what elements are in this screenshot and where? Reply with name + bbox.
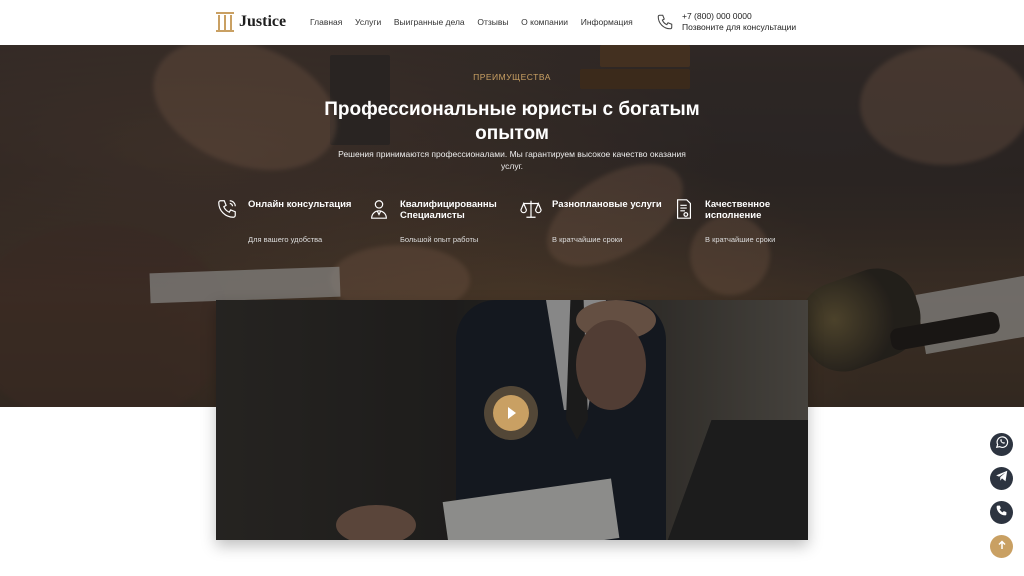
telegram-icon bbox=[995, 469, 1009, 488]
document-icon bbox=[673, 198, 695, 220]
feature-subtitle: В кратчайшие сроки bbox=[552, 235, 623, 244]
video-player[interactable] bbox=[216, 300, 808, 540]
hero-title: Профессиональные юристы с богатым опытом bbox=[324, 99, 700, 144]
phone-icon bbox=[656, 13, 674, 31]
phone-number[interactable]: +7 (800) 000 0000 bbox=[682, 11, 796, 22]
section-kicker: ПРЕИМУЩЕСТВА bbox=[473, 72, 551, 82]
nav-item-services[interactable]: Услуги bbox=[355, 17, 381, 27]
feature-subtitle: В кратчайшие сроки bbox=[705, 235, 776, 244]
call-button[interactable] bbox=[990, 501, 1013, 524]
main-nav: Главная Услуги Выигранные дела Отзывы О … bbox=[310, 17, 645, 27]
header-phone[interactable]: +7 (800) 000 0000 Позвоните для консульт… bbox=[656, 11, 796, 33]
feature-title: Онлайн консультация bbox=[248, 199, 352, 210]
nav-item-about[interactable]: О компании bbox=[521, 17, 568, 27]
telegram-button[interactable] bbox=[990, 467, 1013, 490]
whatsapp-button[interactable] bbox=[990, 433, 1013, 456]
logo[interactable]: Justice bbox=[215, 9, 286, 35]
nav-item-reviews[interactable]: Отзывы bbox=[477, 17, 508, 27]
nav-item-won-cases[interactable]: Выигранные дела bbox=[394, 17, 465, 27]
nav-item-info[interactable]: Информация bbox=[581, 17, 633, 27]
feature-title: Качественное исполнение bbox=[705, 199, 771, 221]
hero-subtitle: Решения принимаются профессионалами. Мы … bbox=[338, 149, 686, 171]
scales-icon bbox=[520, 198, 542, 220]
features-row: Онлайн консультация Для вашего удобства … bbox=[0, 195, 1024, 255]
logo-text: Justice bbox=[239, 13, 287, 30]
play-icon bbox=[493, 395, 529, 431]
phone-icon bbox=[995, 504, 1008, 522]
columns-logo-icon bbox=[215, 10, 235, 34]
feature-subtitle: Большой опыт работы bbox=[400, 235, 479, 244]
feature-subtitle: Для вашего удобства bbox=[248, 235, 323, 244]
phone-caption: Позвоните для консультации bbox=[682, 22, 797, 32]
feature-title: Квалифицированны Специалисты bbox=[400, 199, 497, 221]
site-header: Justice Главная Услуги Выигранные дела О… bbox=[0, 0, 1024, 45]
lawyer-icon bbox=[368, 198, 390, 220]
phone-icon bbox=[216, 198, 238, 220]
scroll-top-button[interactable] bbox=[990, 535, 1013, 558]
whatsapp-icon bbox=[995, 435, 1009, 454]
arrow-up-icon bbox=[996, 538, 1008, 556]
feature-title: Разноплановые услуги bbox=[552, 199, 662, 210]
nav-item-home[interactable]: Главная bbox=[310, 17, 342, 27]
play-button[interactable] bbox=[484, 386, 538, 440]
